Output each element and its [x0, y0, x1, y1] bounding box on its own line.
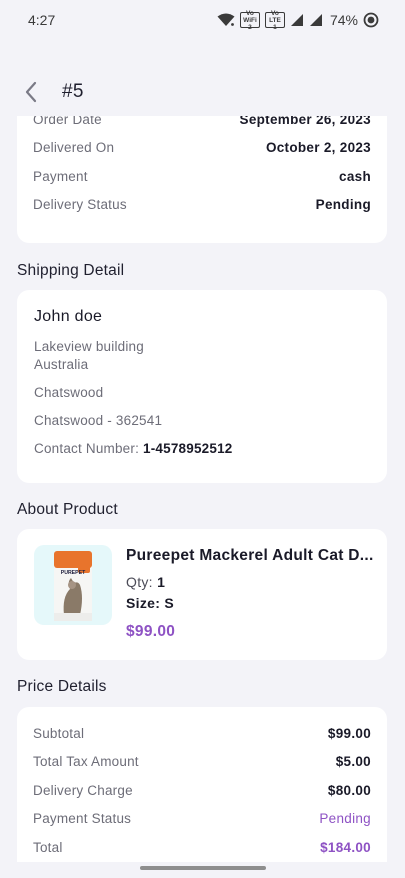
contact-number: Contact Number: 1-4578952512: [34, 440, 370, 458]
subtotal-row: Subtotal $99.00: [17, 719, 387, 748]
contact-number-label: Contact Number:: [34, 441, 143, 456]
order-date-row: Order Date September 26, 2023: [17, 116, 387, 134]
delivered-on-row: Delivered On October 2, 2023: [17, 134, 387, 163]
payment-label: Payment: [33, 168, 88, 184]
address-city-zip: Chatswood - 362541: [34, 413, 163, 428]
price-details-card: Subtotal $99.00 Total Tax Amount $5.00 D…: [17, 707, 387, 862]
payment-status-label: Payment Status: [33, 811, 132, 827]
delivery-status-row: Delivery Status Pending: [17, 191, 387, 220]
payment-status-row: Payment Status Pending: [17, 805, 387, 834]
payment-value: cash: [339, 168, 371, 184]
app-header: #5: [0, 68, 405, 116]
total-value: $184.00: [320, 839, 371, 855]
tax-row: Total Tax Amount $5.00: [17, 748, 387, 777]
subtotal-label: Subtotal: [33, 725, 85, 741]
pack-brand: PUREPET: [61, 570, 86, 576]
home-indicator[interactable]: [140, 866, 266, 870]
delivered-on-value: October 2, 2023: [265, 140, 371, 156]
status-time: 4:27: [28, 12, 56, 28]
delivered-on-label: Delivered On: [33, 140, 115, 156]
product-qty-label: Qty:: [126, 574, 158, 590]
product-size: Size: S: [126, 595, 174, 611]
order-detail-content[interactable]: Order Date September 26, 2023 Delivered …: [0, 116, 405, 862]
address-line-1: Lakeview building: [34, 339, 144, 354]
back-button[interactable]: [18, 77, 44, 107]
product-size-label: Size:: [126, 595, 165, 611]
shipping-card: John doe Lakeview building Australia Cha…: [17, 290, 387, 483]
product-section-title: About Product: [17, 501, 118, 518]
order-detail-screen: 4:27 Vo WiFi 2 Vo LTE 1 74% #5 Order Dat…: [0, 0, 405, 878]
status-bar: 4:27 Vo WiFi 2 Vo LTE 1 74%: [0, 0, 405, 40]
page-title: #5: [62, 81, 84, 102]
payment-status-value: Pending: [319, 811, 371, 827]
volte-wifi-badge: Vo WiFi 2: [239, 9, 260, 31]
contact-number-value: 1-4578952512: [143, 441, 233, 456]
order-info-card: Order Date September 26, 2023 Delivered …: [17, 116, 387, 243]
product-size-value: S: [164, 595, 175, 611]
chevron-left-icon: [25, 81, 37, 103]
product-image: PUREPET: [34, 545, 112, 625]
delivery-status-value: Pending: [315, 197, 371, 213]
battery-icon: [363, 12, 379, 28]
total-row: Total $184.00: [17, 833, 387, 862]
address-line-2: Australia: [34, 357, 89, 372]
subtotal-value: $99.00: [327, 725, 371, 741]
delivery-charge-label: Delivery Charge: [33, 782, 133, 798]
delivery-charge-value: $80.00: [327, 782, 371, 798]
status-icons: Vo WiFi 2 Vo LTE 1 74%: [217, 9, 379, 31]
address-city: Chatswood: [34, 385, 104, 400]
volte-wifi-line2: WiFi 2: [243, 16, 257, 31]
tax-value: $5.00: [335, 754, 371, 770]
cat-food-pack-icon: PUREPET: [54, 551, 92, 621]
customer-name: John doe: [34, 308, 103, 325]
product-qty-value: 1: [157, 574, 166, 590]
payment-row: Payment cash: [17, 162, 387, 191]
total-label: Total: [33, 839, 63, 855]
delivery-charge-row: Delivery Charge $80.00: [17, 776, 387, 805]
order-date-label: Order Date: [33, 116, 102, 127]
price-section-title: Price Details: [17, 678, 107, 695]
volte-wifi-line1: Vo: [246, 9, 254, 17]
volte-lte-badge: Vo LTE 1: [264, 9, 285, 31]
volte-lte-line1: Vo: [271, 9, 279, 17]
wifi-icon: [217, 13, 235, 27]
order-date-value: September 26, 2023: [239, 116, 371, 127]
product-card[interactable]: PUREPET Pureepet Mackerel Adult Cat D...…: [17, 529, 387, 660]
product-price: $99.00: [126, 623, 176, 640]
signal-icon: [290, 13, 304, 27]
signal-icon-2: [309, 13, 323, 27]
product-qty: Qty: 1: [126, 574, 165, 590]
delivery-status-label: Delivery Status: [33, 197, 127, 213]
battery-percent: 74%: [329, 12, 358, 28]
volte-lte-line2: LTE 1: [269, 16, 281, 31]
product-name[interactable]: Pureepet Mackerel Adult Cat D...: [126, 547, 374, 565]
shipping-section-title: Shipping Detail: [17, 262, 125, 279]
tax-label: Total Tax Amount: [33, 754, 139, 770]
